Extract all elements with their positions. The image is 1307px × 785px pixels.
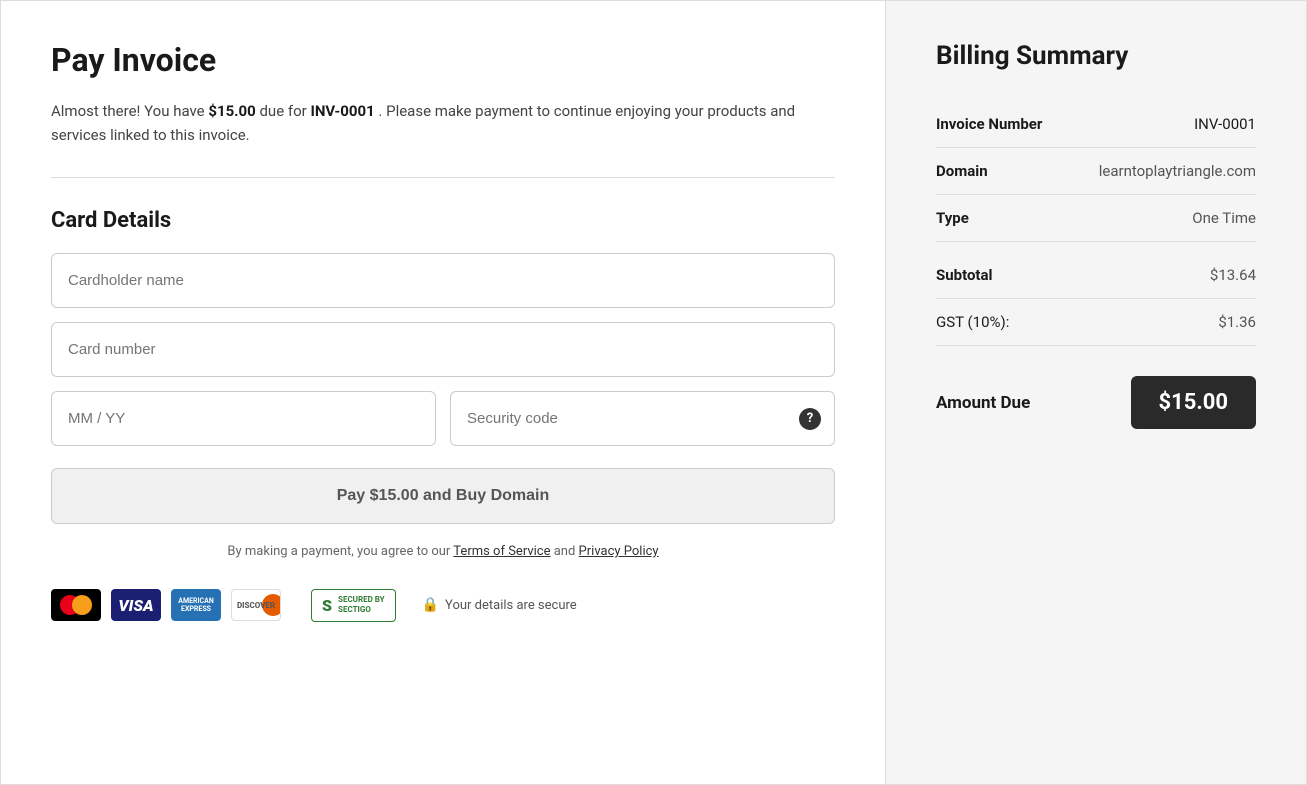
intro-before-amount: Almost there! You have [51, 102, 208, 120]
amount-due-row: Amount Due $15.00 [936, 356, 1256, 429]
billing-row-subtotal: Subtotal $13.64 [936, 252, 1256, 299]
amex-logo: AMERICANEXPRESS [171, 589, 221, 621]
visa-logo: VISA [111, 589, 161, 621]
mc-circle-orange [72, 595, 92, 615]
billing-label-gst: GST (10%): [936, 313, 1009, 331]
billing-value-gst: $1.36 [1218, 313, 1256, 331]
billing-value-subtotal: $13.64 [1210, 266, 1256, 284]
security-code-input[interactable] [450, 391, 835, 446]
card-number-input[interactable] [51, 322, 835, 377]
cardholder-name-input[interactable] [51, 253, 835, 308]
card-number-group [51, 322, 835, 377]
billing-value-invoice: INV-0001 [1194, 115, 1256, 133]
section-divider [51, 177, 835, 178]
terms-before: By making a payment, you agree to our [227, 544, 453, 559]
expiry-group [51, 391, 436, 446]
pay-button[interactable]: Pay $15.00 and Buy Domain [51, 468, 835, 524]
intro-before-invoice: due for [256, 102, 311, 120]
sectigo-badge: S SECURED BYSECTIGO [311, 589, 396, 622]
billing-title: Billing Summary [936, 41, 1256, 71]
secure-label: Your details are secure [445, 598, 577, 613]
secure-text: 🔒 Your details are secure [422, 597, 577, 613]
intro-text: Almost there! You have $15.00 due for IN… [51, 99, 835, 147]
privacy-policy-link[interactable]: Privacy Policy [579, 544, 659, 559]
sectigo-text: SECURED BYSECTIGO [338, 595, 385, 616]
cardholder-name-group [51, 253, 835, 308]
discover-logo: DISCOVER [231, 589, 281, 621]
billing-row-type: Type One Time [936, 195, 1256, 242]
left-panel: Pay Invoice Almost there! You have $15.0… [1, 1, 886, 784]
card-details-title: Card Details [51, 208, 835, 233]
lock-icon: 🔒 [422, 597, 439, 613]
footer-logos: VISA AMERICANEXPRESS DISCOVER S SECURED … [51, 589, 835, 622]
security-code-wrapper: ? [450, 391, 835, 446]
expiry-security-row: ? [51, 391, 835, 446]
billing-value-type: One Time [1192, 209, 1256, 227]
right-panel: Billing Summary Invoice Number INV-0001 … [886, 1, 1306, 784]
billing-label-type: Type [936, 209, 969, 227]
billing-row-invoice: Invoice Number INV-0001 [936, 101, 1256, 148]
amount-due-label: Amount Due [936, 393, 1030, 413]
billing-label-subtotal: Subtotal [936, 266, 993, 284]
terms-text: By making a payment, you agree to our Te… [51, 544, 835, 559]
billing-value-domain: learntoplaytriangle.com [1099, 162, 1256, 180]
sectigo-s-icon: S [322, 596, 332, 615]
page-title: Pay Invoice [51, 41, 835, 79]
billing-row-gst: GST (10%): $1.36 [936, 299, 1256, 346]
intro-amount: $15.00 [208, 102, 255, 120]
terms-of-service-link[interactable]: Terms of Service [453, 544, 550, 559]
intro-invoice-id: INV-0001 [310, 102, 374, 120]
mastercard-logo [51, 589, 101, 621]
billing-label-domain: Domain [936, 162, 988, 180]
terms-middle: and [551, 544, 579, 559]
billing-label-invoice: Invoice Number [936, 115, 1042, 133]
security-code-group: ? [450, 391, 835, 446]
amount-due-badge: $15.00 [1131, 376, 1257, 429]
expiry-input[interactable] [51, 391, 436, 446]
main-container: Pay Invoice Almost there! You have $15.0… [0, 0, 1307, 785]
billing-row-domain: Domain learntoplaytriangle.com [936, 148, 1256, 195]
security-help-icon[interactable]: ? [799, 408, 821, 430]
